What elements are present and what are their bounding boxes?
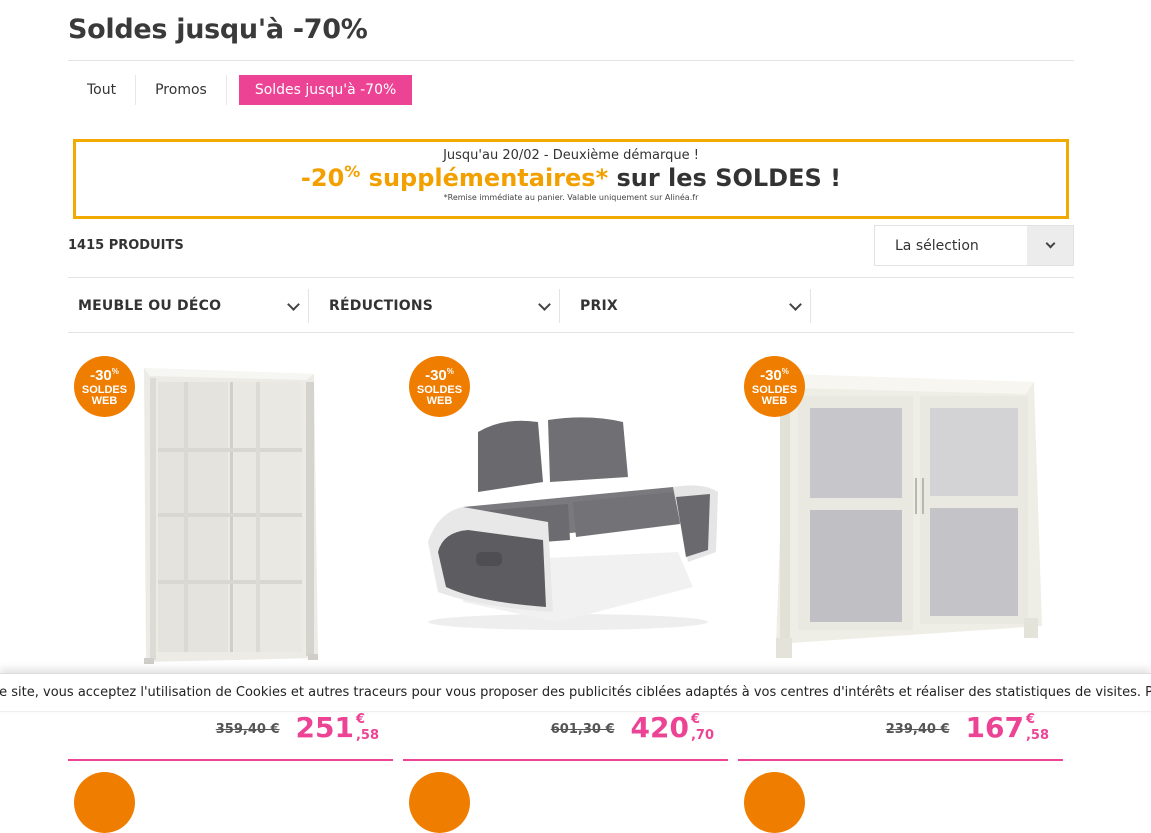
card-underline bbox=[403, 759, 728, 761]
old-price: 601,30 € bbox=[550, 722, 615, 737]
card-underline bbox=[68, 759, 393, 761]
sort-select[interactable]: La sélection bbox=[874, 225, 1074, 266]
next-row-badge bbox=[74, 772, 135, 833]
title-divider bbox=[68, 60, 1074, 61]
discount-badge: -30% SOLDES WEB bbox=[744, 356, 805, 417]
filter-bar: MEUBLE OU DÉCO RÉDUCTIONS PRIX bbox=[68, 289, 821, 323]
price-integer: 167 bbox=[965, 711, 1024, 744]
old-price: 359,40 € bbox=[215, 722, 280, 737]
badge-discount: -30 bbox=[425, 367, 447, 384]
badge-percent: % bbox=[111, 367, 119, 376]
new-price: 251 € ,58 bbox=[296, 713, 379, 743]
badge-percent: % bbox=[781, 367, 789, 376]
price-decimals: ,58 bbox=[355, 728, 379, 743]
product-image-sofa[interactable] bbox=[418, 412, 718, 632]
chevron-down-icon bbox=[538, 297, 551, 311]
filter-label: PRIX bbox=[580, 298, 618, 314]
badge-discount: -30 bbox=[760, 367, 782, 384]
tab-soldes[interactable]: Soldes jusqu'à -70% bbox=[238, 75, 413, 105]
price-decimals: ,70 bbox=[690, 728, 714, 743]
price-integer: 251 bbox=[295, 711, 354, 744]
badge-percent: % bbox=[446, 367, 454, 376]
promo-banner[interactable]: Jusqu'au 20/02 - Deuxième démarque ! -20… bbox=[73, 139, 1069, 219]
product-count: 1415 PRODUITS bbox=[68, 238, 184, 253]
product-image-cabinet[interactable] bbox=[136, 358, 326, 668]
chevron-down-icon bbox=[789, 297, 802, 311]
badge-line2: WEB bbox=[761, 395, 788, 407]
new-price: 420 € ,70 bbox=[631, 713, 714, 743]
cookie-banner[interactable]: ce site, vous acceptez l'utilisation de … bbox=[0, 673, 1151, 712]
next-row-badge bbox=[409, 772, 470, 833]
filter-label: MEUBLE OU DÉCO bbox=[78, 298, 222, 314]
price-row: 359,40 € 251 € ,58 bbox=[216, 713, 379, 743]
next-row-badge bbox=[744, 772, 805, 833]
sort-value: La sélection bbox=[895, 238, 979, 254]
discount-badge: -30% SOLDES WEB bbox=[409, 356, 470, 417]
price-row: 601,30 € 420 € ,70 bbox=[551, 713, 714, 743]
cookie-text: ce site, vous acceptez l'utilisation de … bbox=[0, 685, 1151, 700]
badge-line2: WEB bbox=[426, 395, 453, 407]
card-underline bbox=[738, 759, 1063, 761]
price-decimals: ,58 bbox=[1025, 728, 1049, 743]
promo-percent: % bbox=[344, 162, 361, 181]
category-tabs: Tout Promos Soldes jusqu'à -70% bbox=[68, 75, 413, 105]
old-price: 239,40 € bbox=[885, 722, 950, 737]
new-price: 167 € ,58 bbox=[966, 713, 1049, 743]
promo-highlight: supplémentaires* bbox=[360, 164, 609, 192]
promo-amount: -20 bbox=[300, 164, 345, 192]
price-currency: € bbox=[1025, 712, 1036, 727]
filter-divider-top bbox=[68, 277, 1074, 278]
promo-top-text: Jusqu'au 20/02 - Deuxième démarque ! bbox=[443, 148, 699, 163]
filter-label: RÉDUCTIONS bbox=[329, 298, 434, 314]
badge-line2: WEB bbox=[91, 395, 118, 407]
page-title: Soldes jusqu'à -70% bbox=[68, 14, 368, 45]
price-currency: € bbox=[355, 712, 366, 727]
filter-prix[interactable]: PRIX bbox=[570, 289, 811, 323]
tab-promos[interactable]: Promos bbox=[136, 75, 226, 105]
filter-meuble-deco[interactable]: MEUBLE OU DÉCO bbox=[68, 289, 309, 323]
promo-rest: sur les SOLDES ! bbox=[608, 164, 842, 192]
tab-tout[interactable]: Tout bbox=[68, 75, 135, 105]
chevron-down-icon bbox=[1045, 238, 1055, 249]
chevron-down-icon bbox=[287, 297, 300, 311]
badge-discount: -30 bbox=[90, 367, 112, 384]
product-image-buffet[interactable] bbox=[758, 368, 1048, 660]
filter-divider-bottom bbox=[68, 332, 1074, 333]
price-row: 239,40 € 167 € ,58 bbox=[886, 713, 1049, 743]
promo-note: *Remise immédiate au panier. Valable uni… bbox=[443, 193, 699, 202]
price-integer: 420 bbox=[630, 711, 689, 744]
tab-separator bbox=[225, 75, 227, 105]
filter-reductions[interactable]: RÉDUCTIONS bbox=[319, 289, 560, 323]
promo-headline: -20% supplémentaires* sur les SOLDES ! bbox=[76, 162, 1066, 192]
sort-dropdown-button[interactable] bbox=[1027, 226, 1073, 265]
discount-badge: -30% SOLDES WEB bbox=[74, 356, 135, 417]
price-currency: € bbox=[690, 712, 701, 727]
